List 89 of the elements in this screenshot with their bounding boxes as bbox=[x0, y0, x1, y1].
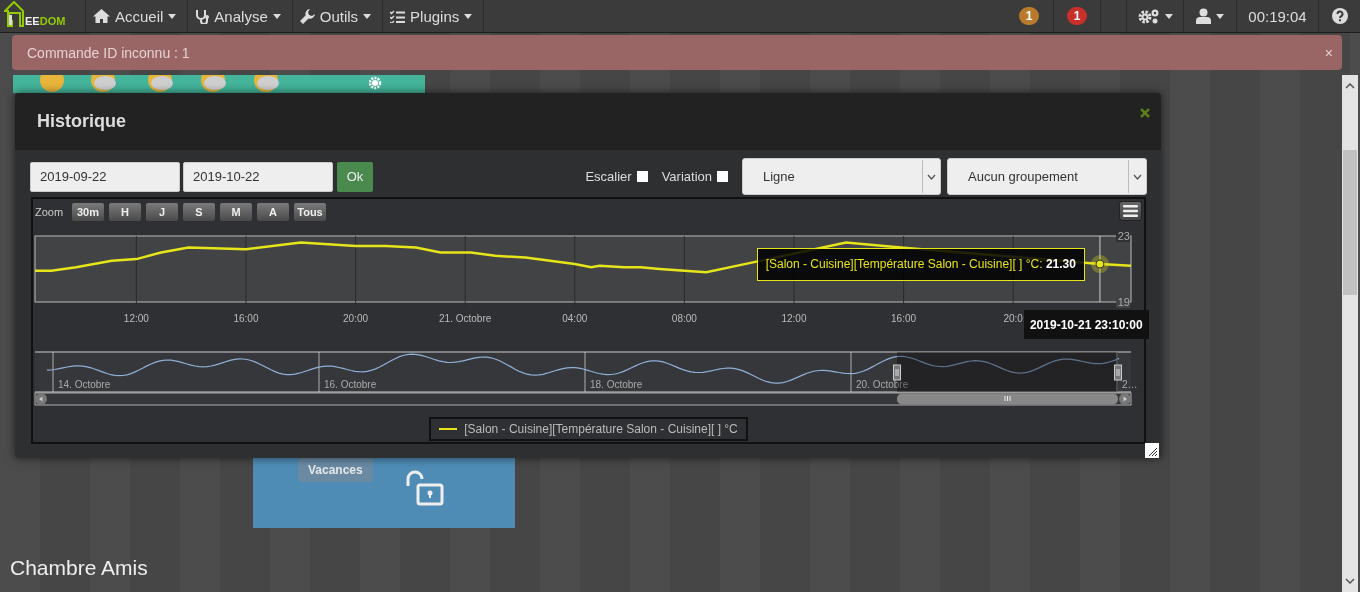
point-marker bbox=[1090, 255, 1109, 274]
axis-label: 14. Octobre bbox=[58, 379, 111, 390]
weather-icon bbox=[40, 75, 64, 92]
caret-icon bbox=[272, 13, 281, 19]
zoom-button[interactable]: H bbox=[109, 203, 141, 221]
notification-badge[interactable]: 1 bbox=[1067, 7, 1087, 25]
zoom-button[interactable]: 30m bbox=[72, 203, 104, 221]
gears-icon bbox=[1137, 8, 1160, 24]
axis-label: 16:00 bbox=[233, 313, 259, 324]
alert-message: Commande ID inconnu : 1 bbox=[27, 44, 190, 61]
clock-time: 00:19:04 bbox=[1248, 7, 1307, 25]
legend-label: [Salon - Cuisine][Température Salon - Cuisine][ ] °C bbox=[464, 422, 738, 436]
menu-icon bbox=[1123, 205, 1138, 217]
axis-label: 2… bbox=[1122, 379, 1138, 390]
zoom-label: Zoom bbox=[35, 206, 65, 218]
weather-icon bbox=[148, 75, 173, 92]
option-label: Variation bbox=[661, 169, 712, 184]
menu-button[interactable]: Accueil bbox=[86, 0, 189, 32]
scrollbar-thumb[interactable] bbox=[1343, 150, 1357, 295]
scroll-left-button[interactable] bbox=[35, 393, 47, 405]
date-field[interactable]: 2019-10-22 bbox=[183, 161, 333, 192]
logo-text: EEDOM bbox=[25, 15, 66, 27]
dropdown[interactable]: Ligne bbox=[742, 158, 941, 195]
navigator-handle[interactable] bbox=[893, 364, 901, 381]
weather-icon bbox=[254, 75, 279, 92]
time-tooltip: 2019-10-21 23:10:00 bbox=[1023, 310, 1149, 339]
mode-label: Vacances bbox=[298, 458, 373, 482]
close-icon[interactable] bbox=[1140, 108, 1150, 118]
scroll-down-icon bbox=[1345, 578, 1355, 584]
weather-icon bbox=[91, 75, 116, 92]
axis-label: 19 bbox=[1117, 296, 1130, 308]
scroll-up-icon bbox=[1345, 83, 1355, 89]
legend-line-icon bbox=[439, 428, 458, 430]
axis-label: 04:00 bbox=[562, 313, 588, 324]
checkbox[interactable] bbox=[636, 171, 648, 182]
caret-icon bbox=[1164, 13, 1173, 19]
dropdown[interactable]: Aucun groupement bbox=[947, 158, 1147, 195]
zoom-button[interactable]: Tous bbox=[294, 203, 326, 221]
help-icon[interactable] bbox=[1331, 8, 1348, 24]
menu-button[interactable]: Plugins bbox=[383, 0, 485, 32]
room-title: Chambre Amis bbox=[10, 556, 148, 580]
menu-button[interactable]: Outils bbox=[292, 0, 384, 32]
axis-label: 20. Octobre bbox=[856, 379, 909, 390]
dialog-title: Historique bbox=[37, 111, 126, 132]
close-button[interactable]: × bbox=[1324, 44, 1333, 61]
crosshair-line bbox=[1099, 235, 1101, 303]
scrollbar[interactable] bbox=[1342, 75, 1358, 592]
caret-icon bbox=[464, 13, 473, 19]
scrollbar-thumb[interactable] bbox=[897, 393, 1118, 405]
legend-item[interactable]: [Salon - Cuisine][Température Salon - Cuisine][ ] °C bbox=[429, 417, 748, 441]
sun-icon bbox=[368, 76, 382, 90]
weather-icon bbox=[201, 75, 226, 92]
scroll-right-button[interactable] bbox=[1119, 393, 1131, 405]
checklist-icon bbox=[390, 9, 406, 23]
zoom-button[interactable]: A bbox=[257, 203, 289, 221]
menu-button[interactable]: Analyse bbox=[188, 0, 293, 32]
resize-handle[interactable] bbox=[1145, 443, 1159, 458]
caret-icon bbox=[168, 13, 177, 19]
navigator-handle[interactable] bbox=[1114, 364, 1122, 381]
axis-label: 08:00 bbox=[671, 313, 697, 324]
axis-label: 12:00 bbox=[781, 313, 807, 324]
axis-label: 18. Octobre bbox=[590, 379, 643, 390]
unlock-icon bbox=[405, 470, 445, 506]
chart-tooltip: [Salon - Cuisine][Température Salon - Cuisine][ ] °C: 21.30 bbox=[756, 248, 1085, 282]
ok-button[interactable]: Ok bbox=[337, 161, 373, 192]
wrench-icon bbox=[299, 8, 315, 24]
axis-label: 20:00 bbox=[343, 313, 369, 324]
chevron-down-icon bbox=[926, 173, 936, 180]
chevron-down-icon bbox=[1132, 173, 1142, 180]
caret-icon bbox=[363, 13, 372, 19]
axis-label: 16. Octobre bbox=[324, 379, 377, 390]
chart-menu-button[interactable] bbox=[1119, 201, 1142, 221]
user-icon bbox=[1196, 8, 1211, 24]
house-logo-icon bbox=[4, 1, 24, 27]
axis-label: 20:0 bbox=[1003, 313, 1023, 324]
notification-badge[interactable]: 1 bbox=[1019, 7, 1039, 25]
zoom-button[interactable]: M bbox=[220, 203, 252, 221]
caret-icon bbox=[1216, 13, 1224, 19]
stethoscope-icon bbox=[195, 8, 210, 24]
date-field[interactable]: 2019-09-22 bbox=[30, 161, 180, 192]
zoom-button[interactable]: S bbox=[183, 203, 215, 221]
axis-label: 23 bbox=[1117, 230, 1130, 242]
axis-label: 16:00 bbox=[891, 313, 917, 324]
option-label: Escalier bbox=[585, 169, 632, 184]
zoom-button[interactable]: J bbox=[146, 203, 178, 221]
axis-label: 21. Octobre bbox=[439, 313, 492, 324]
home-icon bbox=[93, 9, 110, 23]
checkbox[interactable] bbox=[717, 171, 728, 182]
axis-label: 12:00 bbox=[123, 313, 149, 324]
